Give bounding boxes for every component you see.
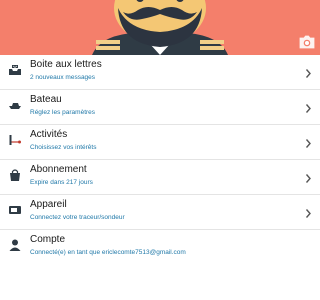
- chevron-right-icon: [305, 171, 312, 183]
- menu-item-subtitle: Réglez les paramètres: [30, 109, 96, 116]
- menu-item-title: Abonnement: [30, 164, 87, 175]
- chevron-right-icon: [305, 136, 312, 148]
- menu-item-activities[interactable]: Activités Choisissez vos intérêts: [0, 125, 320, 160]
- person-icon: [8, 238, 22, 252]
- menu-item-boat[interactable]: Bateau Réglez les paramètres: [0, 90, 320, 125]
- shopping-bag-icon: [8, 168, 22, 182]
- chevron-right-icon: [305, 66, 312, 78]
- camera-icon[interactable]: [299, 35, 315, 49]
- menu-item-subtitle: 2 nouveaux messages: [30, 74, 96, 81]
- menu-item-subtitle: Expire dans 217 jours: [30, 179, 93, 186]
- menu-item-title: Boite aux lettres: [30, 59, 102, 70]
- menu-item-account[interactable]: Compte Connecté(e) en tant que ericlecom…: [0, 230, 320, 264]
- menu-item-title: Bateau: [30, 94, 62, 105]
- boat-icon: [8, 98, 22, 112]
- menu-item-device[interactable]: Appareil Connectez votre traceur/sondeur: [0, 195, 320, 230]
- settings-menu: Boite aux lettres 2 nouveaux messages Ba…: [0, 55, 320, 264]
- menu-item-subscription[interactable]: Abonnement Expire dans 217 jours: [0, 160, 320, 195]
- captain-avatar: [92, 0, 228, 55]
- menu-item-title: Compte: [30, 234, 66, 245]
- profile-header: [0, 0, 320, 55]
- menu-item-subtitle: Connectez votre traceur/sondeur: [30, 214, 125, 221]
- chevron-right-icon: [305, 206, 312, 218]
- fishing-icon: [8, 133, 22, 147]
- menu-item-subtitle: Choisissez vos intérêts: [30, 144, 97, 151]
- menu-item-mailbox[interactable]: Boite aux lettres 2 nouveaux messages: [0, 55, 320, 90]
- menu-item-subtitle: Connecté(e) en tant que ericlecomte7513@…: [30, 249, 186, 256]
- inbox-icon: [8, 63, 22, 77]
- chevron-right-icon: [305, 101, 312, 113]
- menu-item-title: Appareil: [30, 199, 67, 210]
- device-icon: [8, 203, 22, 217]
- menu-item-title: Activités: [30, 129, 68, 140]
